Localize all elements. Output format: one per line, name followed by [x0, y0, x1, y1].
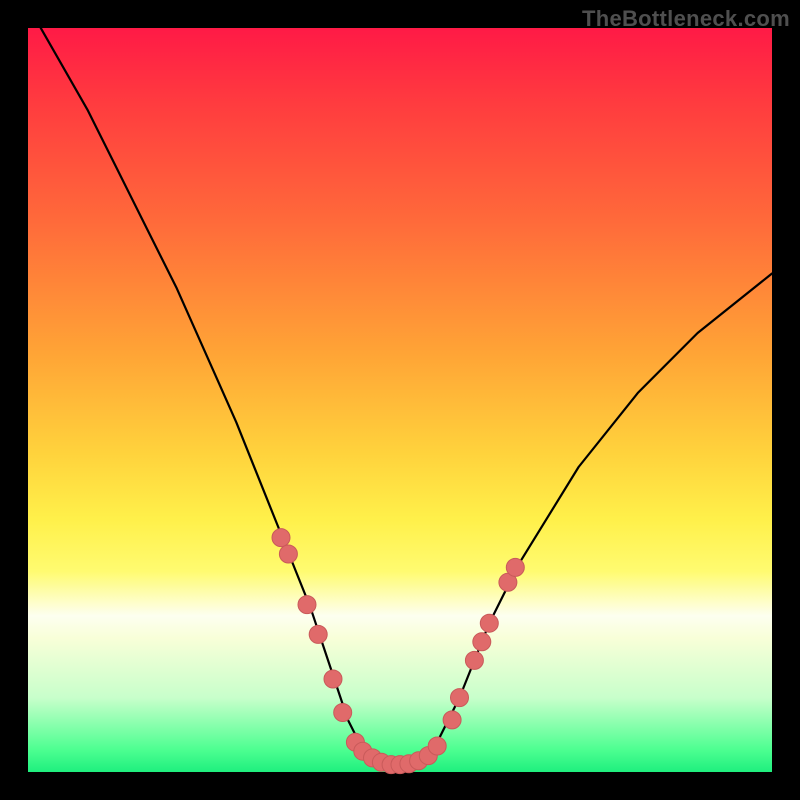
curve-marker — [451, 689, 469, 707]
curve-marker — [324, 670, 342, 688]
curve-marker — [428, 737, 446, 755]
curve-marker — [473, 633, 491, 651]
curve-marker — [465, 651, 483, 669]
curve-markers — [272, 529, 524, 774]
curve-marker — [279, 545, 297, 563]
curve-marker — [443, 711, 461, 729]
watermark-text: TheBottleneck.com — [582, 6, 790, 32]
curve-marker — [272, 529, 290, 547]
curve-marker — [309, 625, 327, 643]
curve-marker — [334, 704, 352, 722]
curve-marker — [506, 558, 524, 576]
curve-layer — [28, 28, 772, 772]
plot-area — [28, 28, 772, 772]
outer-frame: TheBottleneck.com — [0, 0, 800, 800]
bottleneck-curve — [28, 6, 772, 765]
curve-marker — [480, 614, 498, 632]
curve-marker — [298, 596, 316, 614]
